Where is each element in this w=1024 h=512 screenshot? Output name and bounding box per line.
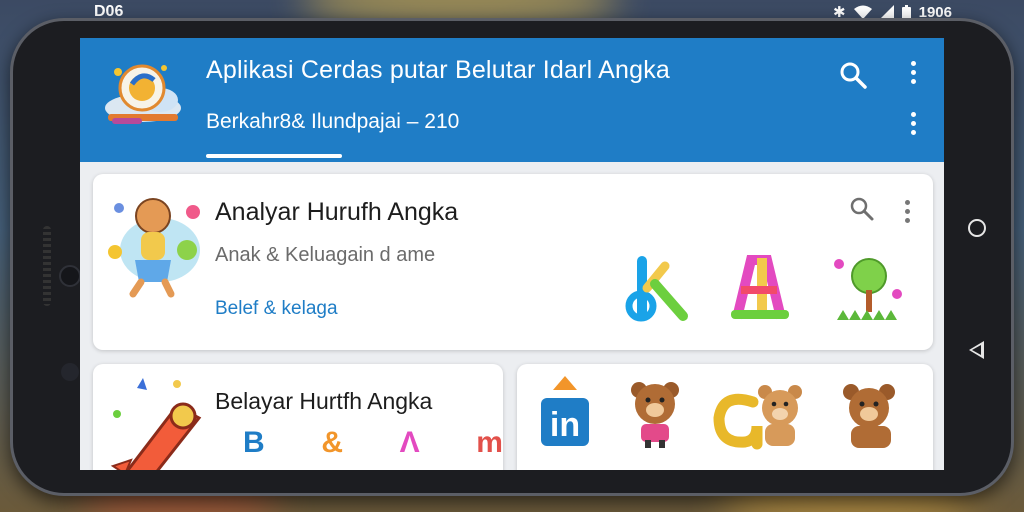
bear-girl-icon bbox=[631, 382, 679, 448]
search-icon[interactable] bbox=[849, 196, 875, 222]
tab-more-icon[interactable] bbox=[911, 112, 917, 135]
app-card[interactable]: in bbox=[517, 364, 933, 470]
letter-block-icon: in bbox=[541, 376, 589, 446]
app-card[interactable]: Analyar Hurufh Angka Anak & Keluagain d … bbox=[93, 174, 933, 350]
app-logo-icon bbox=[105, 64, 181, 124]
camera-icon bbox=[59, 265, 81, 287]
search-icon[interactable] bbox=[838, 60, 868, 90]
more-options-icon[interactable] bbox=[911, 61, 917, 84]
tab-selected[interactable]: Berkahr8& Ilundpajai – 210 bbox=[206, 110, 459, 134]
letter-glyphs: B & Λ m bbox=[243, 426, 503, 460]
tree-icon bbox=[834, 258, 902, 320]
app-card[interactable]: Belayar Hurtfh Angka B & Λ m bbox=[93, 364, 503, 470]
letter-a-icon bbox=[731, 255, 789, 320]
signal-icon bbox=[879, 5, 894, 19]
home-button-icon[interactable] bbox=[968, 219, 986, 237]
bear-icon bbox=[843, 384, 895, 448]
wifi-icon bbox=[853, 5, 872, 19]
speaker-grille bbox=[43, 226, 51, 306]
letter-a-bear-icon bbox=[713, 385, 802, 450]
card-subtitle: Anak & Keluagain d ame bbox=[215, 244, 436, 266]
app-title: Aplikasi Cerdas putar Belutar Idarl Angk… bbox=[206, 56, 670, 84]
glyph-item: B bbox=[243, 426, 265, 459]
tab-indicator bbox=[206, 154, 342, 158]
glyph-item: & bbox=[321, 426, 343, 459]
card-title: Analyar Hurufh Angka bbox=[215, 198, 459, 226]
card-title: Belayar Hurtfh Angka bbox=[215, 388, 433, 414]
sensor-icon bbox=[61, 363, 79, 381]
glyph-item: Λ bbox=[399, 426, 420, 459]
letter-k-icon bbox=[625, 256, 688, 322]
glyph-item: m bbox=[476, 426, 503, 459]
card-link[interactable]: Belef & kelaga bbox=[215, 298, 338, 320]
rocket-illustration bbox=[110, 378, 202, 470]
block-label: in bbox=[550, 406, 580, 444]
back-button-icon[interactable] bbox=[969, 341, 984, 359]
screen: Aplikasi Cerdas putar Belutar Idarl Angk… bbox=[80, 38, 944, 470]
card-more-icon[interactable] bbox=[905, 200, 911, 223]
app-bar: Aplikasi Cerdas putar Belutar Idarl Angk… bbox=[80, 38, 944, 162]
child-illustration bbox=[108, 198, 200, 298]
